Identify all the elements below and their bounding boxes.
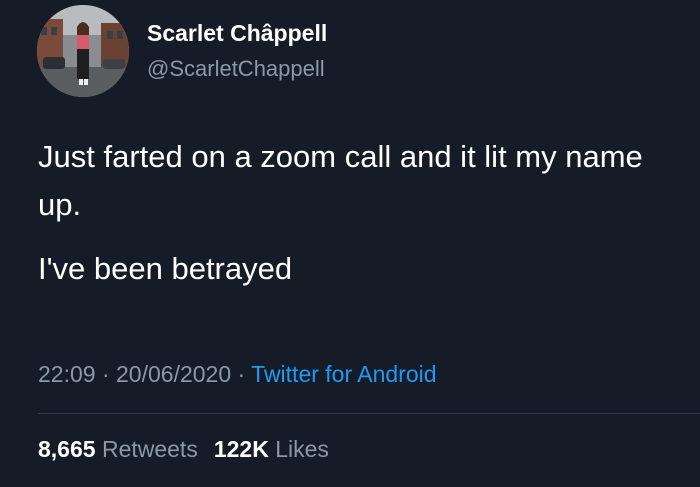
- user-handle[interactable]: @ScarletChappell: [147, 56, 325, 82]
- likes-label: Likes: [268, 436, 329, 462]
- meta-separator: ·: [95, 361, 117, 387]
- tweet-text-line: Just farted on a zoom call and it lit my…: [38, 139, 643, 222]
- retweets-stat[interactable]: 8,665 Retweets: [38, 436, 198, 462]
- avatar[interactable]: [37, 5, 129, 97]
- tweet-body: Just farted on a zoom call and it lit my…: [38, 133, 683, 293]
- tweet-source-link[interactable]: Twitter for Android: [251, 361, 436, 387]
- tweet-text-line: I've been betrayed: [38, 251, 293, 286]
- divider: [38, 413, 700, 414]
- retweets-label: Retweets: [95, 436, 198, 462]
- tweet-date[interactable]: 20/06/2020: [116, 361, 231, 387]
- tweet-meta: 22:09 · 20/06/2020 · Twitter for Android: [38, 361, 437, 388]
- avatar-photo: [37, 5, 129, 97]
- retweets-count: 8,665: [38, 436, 96, 462]
- likes-count: 122K: [213, 436, 269, 462]
- display-name[interactable]: Scarlet Châppell: [147, 20, 327, 47]
- tweet-stats: 8,665 Retweets 122K Likes: [38, 436, 329, 463]
- tweet-time[interactable]: 22:09: [38, 361, 96, 387]
- tweet-card: Scarlet Châppell @ScarletChappell Just f…: [0, 0, 700, 487]
- meta-separator: ·: [231, 361, 252, 387]
- likes-stat[interactable]: 122K Likes: [214, 436, 329, 462]
